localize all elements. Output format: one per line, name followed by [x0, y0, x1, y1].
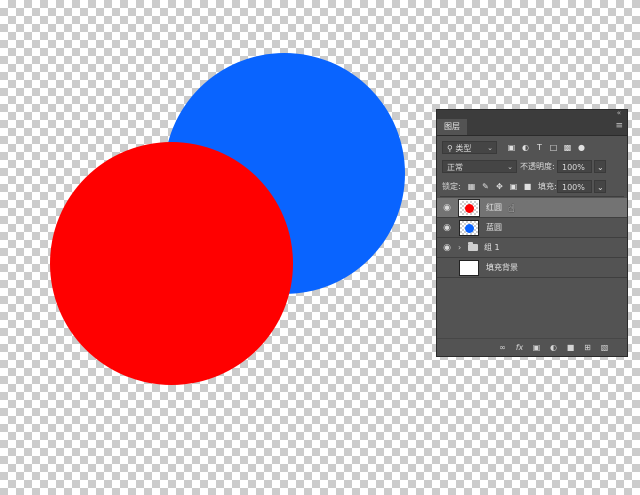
add-mask-icon[interactable]: ▣	[530, 341, 543, 354]
red-dot-thumbnail	[465, 204, 474, 213]
layer-name[interactable]: 填充背景	[486, 258, 518, 278]
layer-row-red-circle[interactable]: ◉ 红圆 ☝	[437, 198, 627, 218]
fill-label: 填充:	[538, 182, 557, 191]
adjustment-filter-icon[interactable]: ◐	[520, 141, 531, 154]
chevron-down-icon: ⌄	[487, 144, 493, 152]
link-layers-icon[interactable]: ∞	[496, 341, 509, 354]
opacity-label: 不透明度:	[520, 162, 555, 171]
blue-dot-thumbnail	[465, 224, 474, 233]
opacity-value: 100%	[562, 163, 585, 172]
lock-artboard-icon[interactable]: ▣	[508, 180, 519, 193]
shape-filter-icon[interactable]: □	[548, 141, 559, 154]
panel-tab-row: 图层 ≡	[437, 119, 627, 136]
panel-bottom-bar: ∞ fx ▣ ◐ ■ ⊞ ▧	[437, 338, 627, 356]
lock-row: 锁定: ▦ ✎ ✥ ▣ ■ 填充: 100% ⌄	[440, 179, 624, 197]
delete-layer-icon[interactable]: ▧	[598, 341, 611, 354]
fill-value: 100%	[562, 183, 585, 192]
layer-row-group-1[interactable]: ◉ › 组 1	[437, 238, 627, 258]
pixel-filter-icon[interactable]: ▣	[506, 141, 517, 154]
opacity-dropdown[interactable]: ⌄	[594, 160, 606, 173]
eye-icon[interactable]: ◉	[441, 242, 453, 254]
chevron-down-icon: ⌄	[597, 183, 604, 192]
eye-icon[interactable]: ◉	[441, 222, 453, 234]
adjustment-layer-icon[interactable]: ◐	[547, 341, 560, 354]
panel-top-bar: «	[437, 109, 627, 119]
chevron-down-icon: ⌄	[507, 163, 513, 171]
new-group-icon[interactable]: ■	[564, 341, 577, 354]
layer-thumbnail[interactable]	[459, 200, 479, 216]
eye-icon[interactable]: ◉	[441, 202, 453, 214]
layer-thumbnail[interactable]	[459, 260, 479, 276]
chevron-right-icon[interactable]: ›	[458, 238, 461, 258]
folder-icon	[468, 242, 478, 251]
blend-mode-select[interactable]: 正常 ⌄	[442, 160, 517, 173]
layer-row-fill-background[interactable]: 填充背景	[437, 258, 627, 278]
hand-cursor-icon: ☝	[508, 202, 515, 215]
lock-transparent-icon[interactable]: ▦	[466, 180, 477, 193]
visibility-toggle[interactable]	[441, 262, 453, 274]
chevron-down-icon: ⌄	[597, 163, 604, 172]
blend-row: 正常 ⌄ 不透明度: 100% ⌄	[440, 160, 624, 175]
layer-name[interactable]: 蓝圆	[486, 218, 502, 238]
lock-label: 锁定:	[442, 182, 461, 191]
filter-kind-select[interactable]: ⚲ 类型 ⌄	[442, 141, 497, 154]
hamburger-menu-icon[interactable]: ≡	[615, 121, 623, 131]
fill-dropdown[interactable]: ⌄	[594, 180, 606, 193]
layer-name[interactable]: 组 1	[484, 238, 500, 258]
smart-object-filter-icon[interactable]: ▩	[562, 141, 573, 154]
layer-name[interactable]: 红圆	[486, 198, 502, 218]
lock-position-icon[interactable]: ✥	[494, 180, 505, 193]
filter-kind-label: 类型	[455, 144, 472, 153]
red-circle-shape[interactable]	[50, 142, 293, 385]
layers-panel: « 图层 ≡ ⚲ 类型 ⌄ ▣ ◐ T □ ▩ ● 正常 ⌄ 不透明度: 100…	[436, 109, 628, 357]
filter-row: ⚲ 类型 ⌄ ▣ ◐ T □ ▩ ●	[440, 141, 624, 156]
new-layer-icon[interactable]: ⊞	[581, 341, 594, 354]
fx-icon[interactable]: fx	[513, 341, 526, 354]
fill-input[interactable]: 100%	[557, 180, 592, 193]
search-icon: ⚲	[447, 144, 453, 153]
type-filter-icon[interactable]: T	[534, 141, 545, 154]
double-chevron-left-icon[interactable]: «	[617, 109, 621, 117]
lock-image-icon[interactable]: ✎	[480, 180, 491, 193]
layer-row-blue-circle[interactable]: ◉ 蓝圆	[437, 218, 627, 238]
lock-all-icon[interactable]: ■	[522, 180, 533, 193]
filter-toggle-icon[interactable]: ●	[576, 141, 587, 154]
layer-thumbnail[interactable]	[459, 220, 479, 236]
blend-mode-value: 正常	[447, 163, 463, 172]
tab-layers[interactable]: 图层	[437, 119, 467, 135]
opacity-input[interactable]: 100%	[557, 160, 592, 173]
